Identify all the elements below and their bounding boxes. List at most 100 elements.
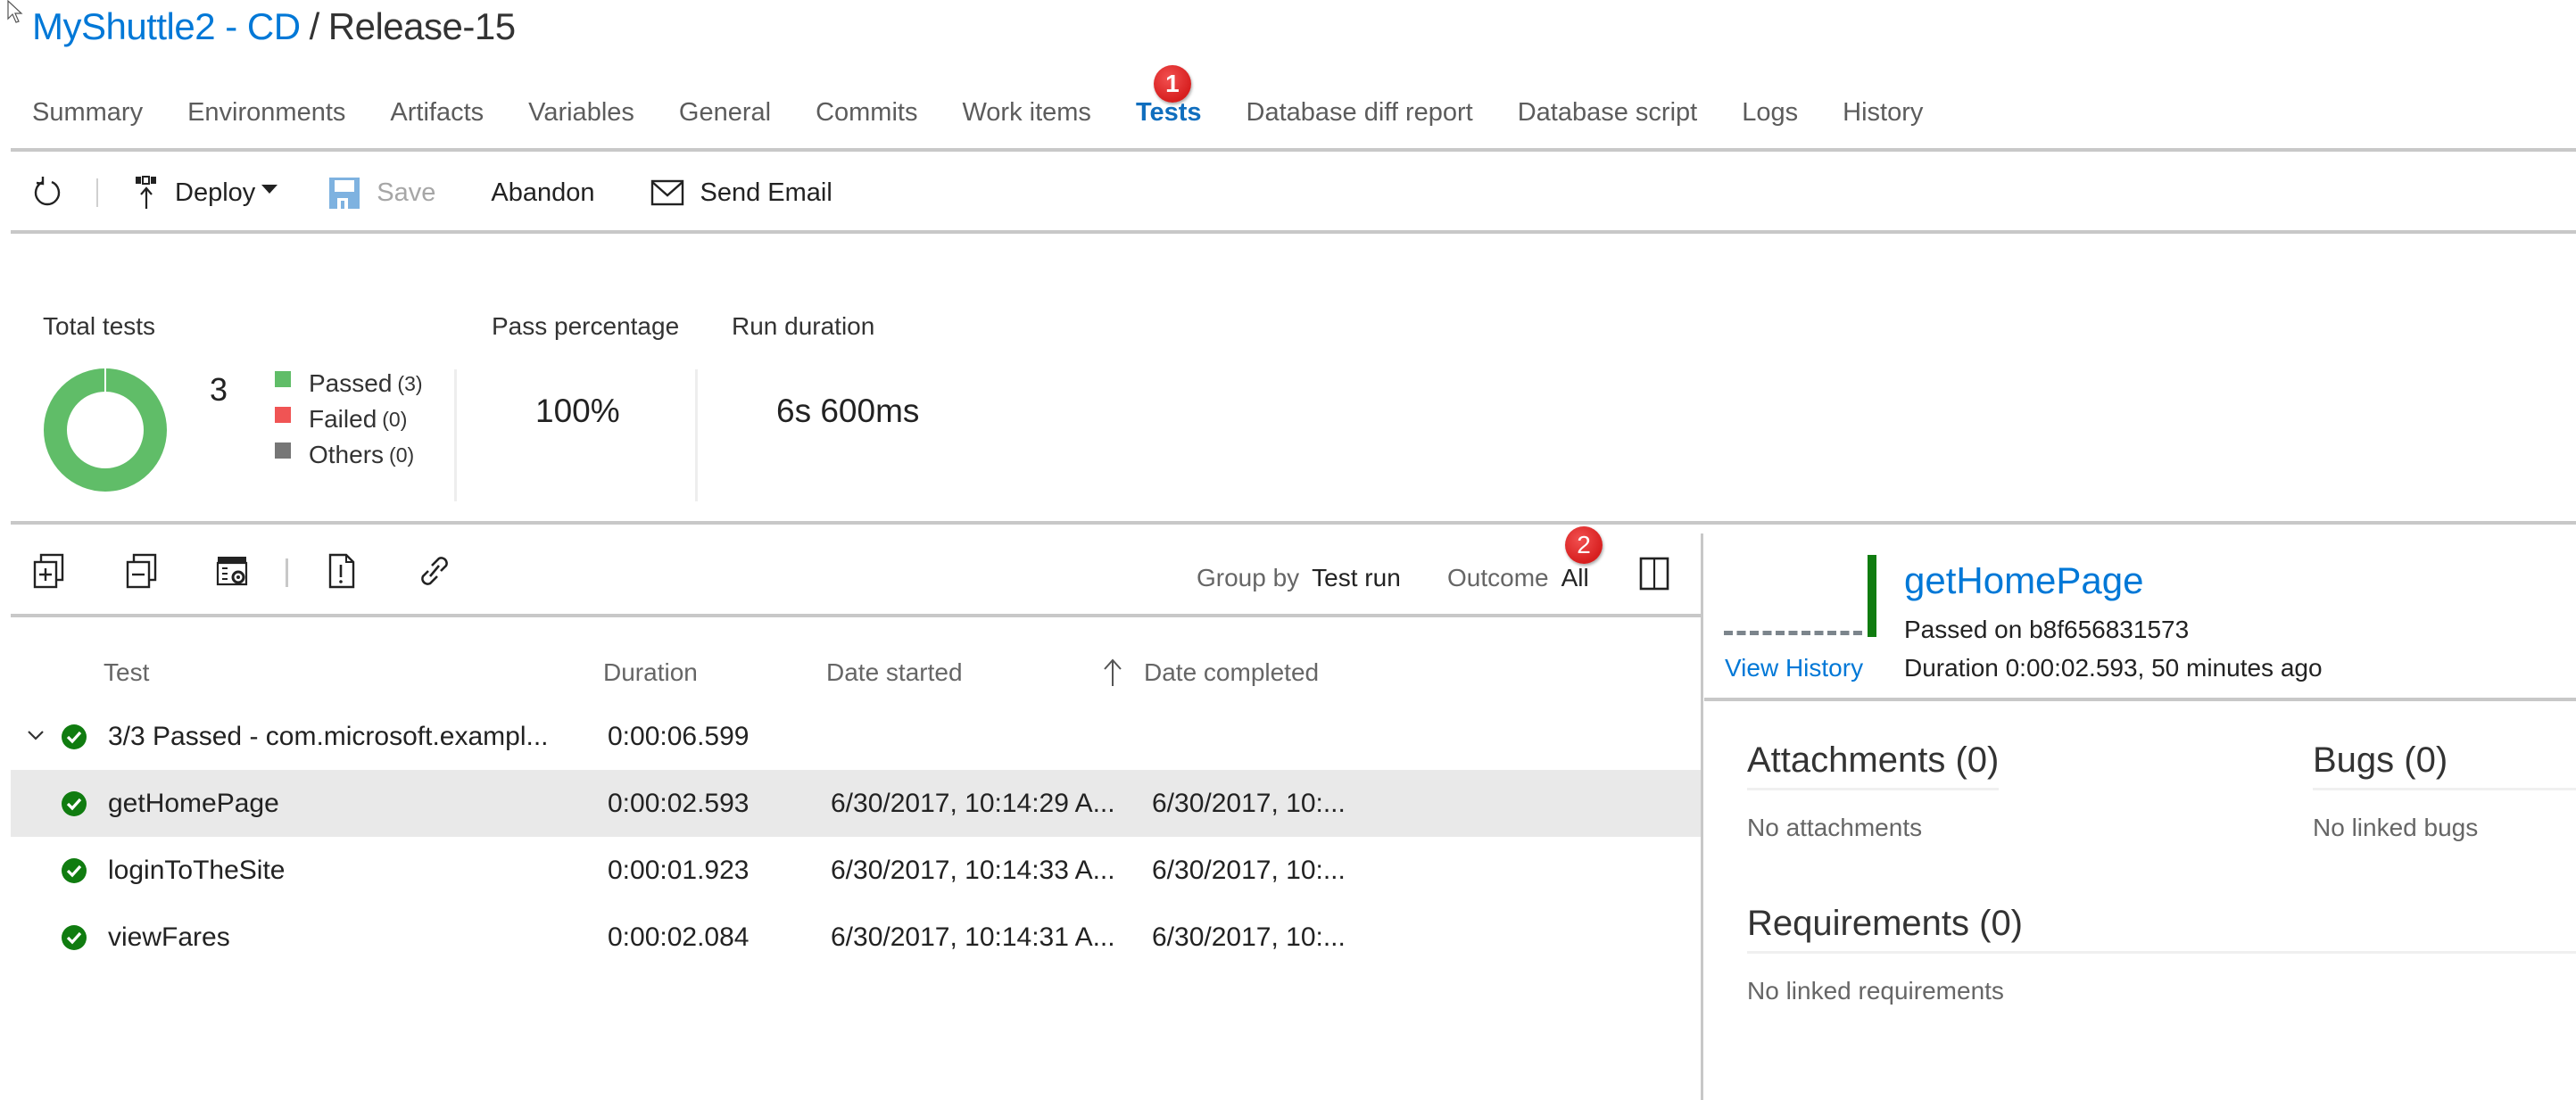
group-by-selector[interactable]: Group by Test run <box>1197 564 1401 592</box>
tab-history[interactable]: History <box>1843 93 1923 132</box>
run-duration-label: Run duration <box>732 312 875 340</box>
link-icon[interactable] <box>418 553 451 589</box>
toolbar-separator <box>96 178 98 207</box>
tab-commits[interactable]: Commits <box>816 93 917 132</box>
outcome-donut-chart <box>44 368 167 492</box>
test-duration: 0:00:01.923 <box>608 856 750 885</box>
passed-check-icon <box>62 791 87 816</box>
group-by-value[interactable]: Test run <box>1312 564 1401 591</box>
tab-artifacts[interactable]: Artifacts <box>390 93 484 132</box>
collapse-all-icon[interactable] <box>125 553 159 589</box>
table-row[interactable]: getHomePage 0:00:02.593 6/30/2017, 10:14… <box>11 770 1701 837</box>
details-duration: Duration 0:00:02.593, 50 minutes ago <box>1904 654 2323 682</box>
passed-check-icon <box>62 925 87 950</box>
legend-failed-swatch <box>275 407 291 423</box>
legend-passed[interactable]: Passed (3) <box>275 366 423 401</box>
test-duration: 0:00:02.593 <box>608 789 750 818</box>
tab-database-diff-report[interactable]: Database diff report <box>1247 93 1473 132</box>
test-duration: 0:00:02.084 <box>608 922 750 952</box>
group-by-label: Group by <box>1197 564 1300 591</box>
tab-general[interactable]: General <box>679 93 771 132</box>
annotation-badge-2: 2 <box>1565 526 1603 564</box>
deploy-label: Deploy <box>175 178 256 207</box>
create-bug-icon[interactable] <box>325 553 359 589</box>
test-date-started: 6/30/2017, 10:14:29 A... <box>831 789 1115 818</box>
test-date-completed: 6/30/2017, 10:... <box>1152 922 1346 952</box>
test-name: loginToTheSite <box>108 856 286 885</box>
deploy-button[interactable]: Deploy <box>132 175 278 211</box>
tab-logs[interactable]: Logs <box>1742 93 1798 132</box>
legend-others-count: (0) <box>389 442 415 467</box>
outcome-label: Outcome <box>1447 564 1549 591</box>
pipeline-link[interactable]: MyShuttle2 - CD <box>32 5 301 47</box>
send-email-button[interactable]: Send Email <box>650 178 832 208</box>
legend-others[interactable]: Others (0) <box>275 437 423 473</box>
test-date-started: 6/30/2017, 10:14:31 A... <box>831 922 1115 952</box>
tab-database-script[interactable]: Database script <box>1518 93 1698 132</box>
column-header-duration[interactable]: Duration <box>603 658 698 687</box>
legend-failed[interactable]: Failed (0) <box>275 401 423 437</box>
outcome-filter[interactable]: Outcome All 2 <box>1447 526 1603 592</box>
test-date-started: 6/30/2017, 10:14:33 A... <box>831 856 1115 885</box>
group-duration: 0:00:06.599 <box>608 722 750 751</box>
view-history-link[interactable]: View History <box>1725 654 1863 682</box>
requirements-heading: Requirements (0) <box>1747 904 2024 943</box>
expand-all-icon[interactable] <box>32 553 66 589</box>
toolbar-divider <box>11 230 2576 234</box>
tab-variables[interactable]: Variables <box>528 93 634 132</box>
details-passed-on: Passed on b8f656831573 <box>1904 616 2190 643</box>
bugs-underline <box>2313 788 2576 790</box>
refresh-icon <box>34 177 61 206</box>
pass-percentage-value: 100% <box>535 393 620 429</box>
refresh-button[interactable] <box>32 175 62 211</box>
summary-divider-line <box>11 521 2576 525</box>
tab-tests[interactable]: Tests 1 <box>1135 65 1202 132</box>
save-label: Save <box>377 178 436 207</box>
test-date-completed: 6/30/2017, 10:... <box>1152 789 1346 818</box>
breadcrumb-separator: / <box>309 5 320 47</box>
release-name: Release-15 <box>327 5 516 47</box>
group-label: 3/3 Passed - com.microsoft.exampl... <box>108 722 549 751</box>
chevron-down-icon[interactable] <box>25 724 46 746</box>
test-date-completed: 6/30/2017, 10:... <box>1152 856 1346 885</box>
tab-summary[interactable]: Summary <box>32 93 143 132</box>
column-header-test[interactable]: Test <box>104 658 149 687</box>
summary-divider <box>695 369 698 501</box>
release-toolbar: Deploy Save Abandon Send Email <box>32 171 832 214</box>
legend-passed-swatch <box>275 371 291 387</box>
details-test-name[interactable]: getHomePage <box>1904 559 2144 602</box>
legend-passed-label: Passed <box>309 369 393 397</box>
bugs-empty: No linked bugs <box>2313 814 2479 841</box>
abandon-button[interactable]: Abandon <box>491 178 594 208</box>
annotation-badge-1: 1 <box>1153 65 1191 103</box>
details-header-divider <box>1704 698 2576 701</box>
test-run-group-row[interactable]: 3/3 Passed - com.microsoft.exampl... 0:0… <box>11 703 1701 770</box>
legend-failed-count: (0) <box>382 407 408 431</box>
table-row[interactable]: viewFares 0:00:02.084 6/30/2017, 10:14:3… <box>11 904 1701 971</box>
history-trend-baseline <box>1724 631 1862 635</box>
details-pane-splitter[interactable] <box>1701 533 1703 1100</box>
test-name: getHomePage <box>108 789 279 818</box>
history-trend-bar-passed[interactable] <box>1868 555 1876 637</box>
attachments-empty: No attachments <box>1747 814 1923 841</box>
tab-work-items[interactable]: Work items <box>962 93 1090 132</box>
legend-others-swatch <box>275 442 291 459</box>
column-header-date-started[interactable]: Date started <box>826 658 963 687</box>
caret-down-icon <box>261 185 278 194</box>
pass-percentage-label: Pass percentage <box>492 312 680 340</box>
release-tabs: Summary Environments Artifacts Variables… <box>32 65 1967 132</box>
mail-icon <box>650 179 683 206</box>
column-options-icon[interactable] <box>216 553 250 589</box>
table-row[interactable]: loginToTheSite 0:00:01.923 6/30/2017, 10… <box>11 837 1701 904</box>
outcome-value[interactable]: All <box>1561 564 1589 591</box>
legend-others-label: Others <box>309 441 385 468</box>
tabs-divider <box>11 148 2576 152</box>
details-pane-toggle-icon[interactable] <box>1639 557 1669 591</box>
column-header-date-completed[interactable]: Date completed <box>1103 658 1319 687</box>
sort-ascending-icon <box>1104 658 1122 686</box>
tab-environments[interactable]: Environments <box>187 93 345 132</box>
column-header-date-completed-label: Date completed <box>1144 658 1320 686</box>
tab-tests-label: Tests <box>1135 98 1202 127</box>
attachments-heading: Attachments (0) <box>1747 740 2000 780</box>
save-button[interactable]: Save <box>328 175 435 211</box>
